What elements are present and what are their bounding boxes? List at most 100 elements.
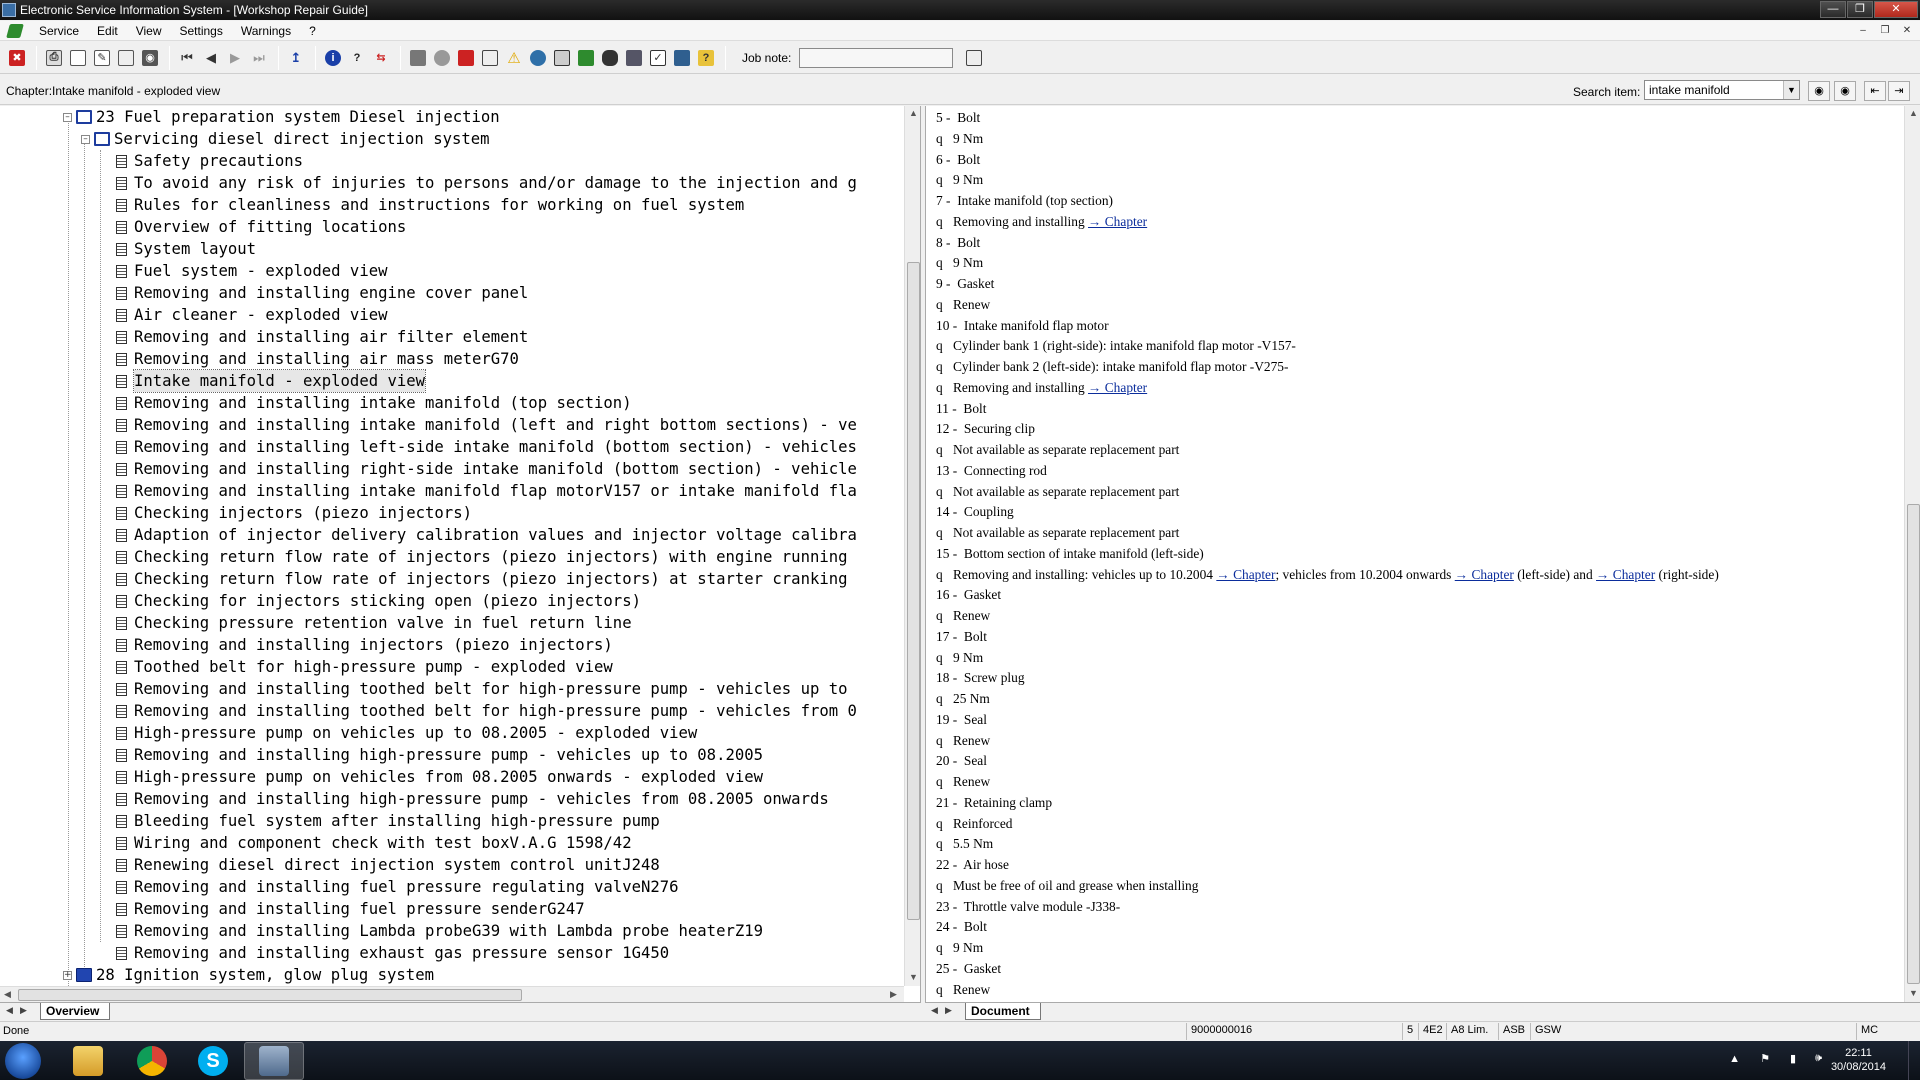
tool3-button[interactable]: [455, 47, 477, 69]
show-hidden-icons-icon[interactable]: ▲: [1729, 1053, 1740, 1065]
show-desktop-button[interactable]: [1908, 1041, 1920, 1080]
scroll-up-icon[interactable]: ▲: [1909, 108, 1918, 118]
tree-item[interactable]: Removing and installing intake manifold …: [116, 480, 857, 502]
mdi-restore-button[interactable]: ❐: [1876, 23, 1894, 38]
tree-item[interactable]: Removing and installing high-pressure pu…: [116, 788, 829, 810]
tree-item[interactable]: Removing and installing toothed belt for…: [116, 700, 857, 722]
tree-item[interactable]: Removing and installing fuel pressure se…: [116, 898, 585, 920]
chevron-down-icon[interactable]: ▼: [1783, 81, 1799, 99]
job-note-input[interactable]: [799, 47, 954, 68]
tree-item[interactable]: Fuel system - exploded view: [116, 260, 387, 282]
tree-item[interactable]: Removing and installing left-side intake…: [116, 436, 857, 458]
scroll-right-icon[interactable]: ▶: [890, 989, 897, 1000]
tool2-button[interactable]: [431, 47, 453, 69]
menu-edit[interactable]: Edit: [88, 24, 127, 38]
tree-item[interactable]: Checking pressure retention valve in fue…: [116, 612, 632, 634]
tool10-button[interactable]: ✓: [647, 47, 669, 69]
clock[interactable]: 22:11 30/08/2014: [1831, 1046, 1886, 1074]
tree-item[interactable]: System layout: [116, 238, 256, 260]
tree-item[interactable]: Overview of fitting locations: [116, 216, 406, 238]
tree-item[interactable]: To avoid any risk of injuries to persons…: [116, 172, 857, 194]
tree-horizontal-scrollbar[interactable]: ◀ ▶: [0, 986, 904, 1002]
vehicle-button[interactable]: ◉: [139, 47, 161, 69]
collapse-icon[interactable]: –: [63, 112, 72, 122]
menu-warnings[interactable]: Warnings: [232, 24, 300, 38]
tree-item[interactable]: Checking return flow rate of injectors (…: [116, 568, 848, 590]
swap-button[interactable]: ⇆: [370, 47, 392, 69]
scroll-down-icon[interactable]: ▼: [909, 972, 918, 982]
chapter-link[interactable]: → Chapter: [1216, 567, 1275, 582]
tab-scroll-right-icon[interactable]: ▶: [945, 1005, 952, 1016]
new-document-button[interactable]: [67, 47, 89, 69]
chapter-link[interactable]: → Chapter: [1455, 567, 1514, 582]
mdi-minimize-button[interactable]: –: [1854, 23, 1872, 38]
tree-item[interactable]: Checking for injectors sticking open (pi…: [116, 590, 641, 612]
search-button[interactable]: ◉: [1808, 81, 1830, 101]
tool5-button[interactable]: [527, 47, 549, 69]
tree-item[interactable]: Removing and installing high-pressure pu…: [116, 744, 763, 766]
menu-settings[interactable]: Settings: [171, 24, 232, 38]
start-button[interactable]: [5, 1043, 41, 1079]
expand-pane-button[interactable]: ⇥: [1888, 81, 1910, 101]
tree-item[interactable]: Removing and installing intake manifold …: [116, 414, 857, 436]
taskbar-elsa[interactable]: [244, 1042, 304, 1080]
tree-node-fuel-preparation[interactable]: – 23 Fuel preparation system Diesel inje…: [63, 106, 500, 128]
tool9-button[interactable]: [623, 47, 645, 69]
tree-item[interactable]: Safety precautions: [116, 150, 303, 172]
tree-item[interactable]: High-pressure pump on vehicles up to 08.…: [116, 722, 697, 744]
scroll-left-icon[interactable]: ◀: [4, 989, 11, 1000]
scroll-up-icon[interactable]: ▲: [909, 108, 918, 118]
menu-view[interactable]: View: [127, 24, 171, 38]
next-button[interactable]: ▶: [224, 47, 246, 69]
tool1-button[interactable]: [407, 47, 429, 69]
tool11-button[interactable]: [671, 47, 693, 69]
menu-service[interactable]: Service: [30, 24, 88, 38]
minimize-button[interactable]: —: [1820, 1, 1846, 18]
tree-item[interactable]: High-pressure pump on vehicles from 08.2…: [116, 766, 763, 788]
first-button[interactable]: ⏮: [176, 47, 198, 69]
tool7-button[interactable]: [575, 47, 597, 69]
scroll-down-icon[interactable]: ▼: [1909, 988, 1918, 998]
notes-button[interactable]: [115, 47, 137, 69]
warning-button[interactable]: ⚠: [503, 47, 525, 69]
tree-item[interactable]: Checking injectors (piezo injectors): [116, 502, 472, 524]
tree-item[interactable]: Adaption of injector delivery calibratio…: [116, 524, 857, 546]
last-button[interactable]: ⏭: [248, 47, 270, 69]
collapse-icon[interactable]: –: [81, 134, 90, 144]
taskbar-explorer[interactable]: [58, 1042, 118, 1080]
tool12-button[interactable]: ?: [695, 47, 717, 69]
help-button[interactable]: ?: [346, 47, 368, 69]
tree-item[interactable]: Removing and installing right-side intak…: [116, 458, 857, 480]
search-combobox[interactable]: intake manifold ▼: [1644, 80, 1800, 100]
tab-scroll-right-icon[interactable]: ▶: [20, 1005, 27, 1016]
previous-button[interactable]: ◀: [200, 47, 222, 69]
tool8-button[interactable]: [599, 47, 621, 69]
chapter-link[interactable]: → Chapter: [1088, 380, 1147, 395]
tab-overview[interactable]: Overview: [40, 1003, 111, 1020]
close-button[interactable]: ✕: [1874, 1, 1918, 18]
tool6-button[interactable]: [551, 47, 573, 69]
chapter-link[interactable]: → Chapter: [1596, 567, 1655, 582]
tree-item[interactable]: Air cleaner - exploded view: [116, 304, 387, 326]
edit-document-button[interactable]: ✎: [91, 47, 113, 69]
info-button[interactable]: i: [322, 47, 344, 69]
tree-node-servicing-diesel[interactable]: – Servicing diesel direct injection syst…: [81, 128, 490, 150]
chapter-tree[interactable]: – 23 Fuel preparation system Diesel inje…: [0, 106, 904, 986]
tree-item[interactable]: Renewing diesel direct injection system …: [116, 854, 660, 876]
tree-item[interactable]: Removing and installing engine cover pan…: [116, 282, 528, 304]
document-vertical-scrollbar[interactable]: ▲ ▼: [1904, 106, 1920, 1002]
search-next-button[interactable]: ◉: [1834, 81, 1856, 101]
tree-item[interactable]: Removing and installing injectors (piezo…: [116, 634, 613, 656]
taskbar-chrome[interactable]: [122, 1042, 182, 1080]
action-center-flag-icon[interactable]: ⚑: [1760, 1052, 1770, 1065]
tree-item[interactable]: Removing and installing exhaust gas pres…: [116, 942, 669, 964]
tree-item[interactable]: Intake manifold - exploded view: [116, 369, 427, 393]
scrollbar-thumb[interactable]: [907, 262, 920, 920]
scrollbar-thumb[interactable]: [18, 989, 522, 1001]
tree-item[interactable]: Removing and installing Lambda probeG39 …: [116, 920, 763, 942]
print-button[interactable]: ⎙: [43, 47, 65, 69]
network-icon[interactable]: ▮: [1790, 1052, 1796, 1065]
expand-icon[interactable]: +: [63, 970, 72, 980]
tree-item[interactable]: Removing and installing fuel pressure re…: [116, 876, 679, 898]
tree-item[interactable]: Removing and installing toothed belt for…: [116, 678, 848, 700]
